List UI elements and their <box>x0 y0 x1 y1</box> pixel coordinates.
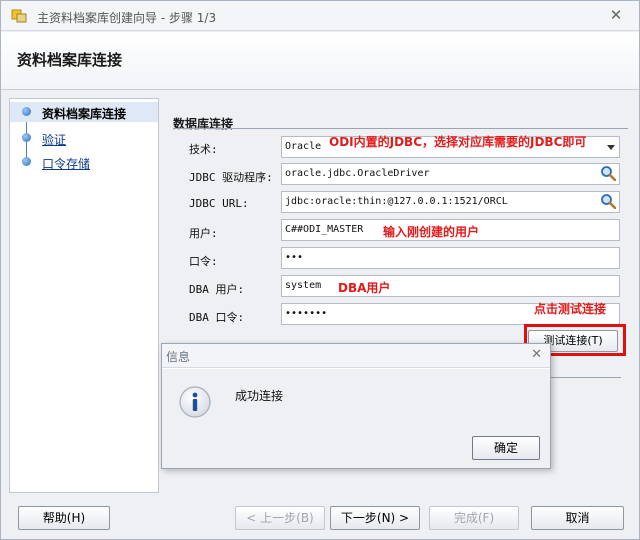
finish-button[interactable]: 完成(F) <box>429 506 519 530</box>
steps-sidebar: 资料档案库连接 验证 口令存储 <box>9 98 159 493</box>
search-icon[interactable] <box>600 165 616 181</box>
password-input[interactable]: ••• <box>281 247 620 269</box>
dba-password-label: DBA 口令: <box>189 311 245 324</box>
content-divider <box>551 377 621 378</box>
info-icon <box>179 386 211 418</box>
dialog-body: 成功连接 确定 <box>162 369 550 468</box>
app-icon <box>11 9 27 23</box>
test-annotation: 点击测试连接 <box>534 302 607 316</box>
technology-value: Oracle <box>285 141 322 152</box>
back-button[interactable]: < 上一步(B) <box>235 506 325 530</box>
jdbc-url-input[interactable]: jdbc:oracle:thin:@127.0.0.1:1521/ORCL <box>281 191 620 213</box>
section-divider <box>173 128 628 129</box>
password-label: 口令: <box>189 255 218 268</box>
jdbc-url-label: JDBC URL: <box>189 197 249 210</box>
help-button[interactable]: 帮助(H) <box>18 506 110 530</box>
step-label: 验证 <box>42 133 67 147</box>
window-title: 主资料档案库创建向导 - 步骤 1/3 <box>37 11 217 25</box>
next-button[interactable]: 下一步(N) > <box>330 506 420 530</box>
step-label: 资料档案库连接 <box>42 107 127 121</box>
step-repository-connection[interactable]: 资料档案库连接 <box>10 102 158 122</box>
technology-label: 技术: <box>189 143 218 156</box>
jdbc-annotation: ODI内置的JDBC，选择对应库需要的JDBC即可 <box>329 135 587 149</box>
close-icon[interactable]: ✕ <box>531 347 542 362</box>
chevron-down-icon <box>607 145 615 150</box>
user-annotation: 输入刚创建的用户 <box>383 225 480 239</box>
jdbc-driver-input[interactable]: oracle.jdbc.OracleDriver <box>281 163 620 185</box>
user-label: 用户: <box>189 227 218 240</box>
ok-button[interactable]: 确定 <box>472 436 540 460</box>
step-label: 口令存储 <box>42 157 91 171</box>
dialog-title: 信息 <box>166 350 191 364</box>
window-close-icon[interactable]: ✕ <box>607 6 625 24</box>
wizard-header: 资料档案库连接 <box>1 32 639 90</box>
step-bullet-icon <box>22 107 31 116</box>
dialog-message: 成功连接 <box>235 389 284 403</box>
step-verify[interactable]: 验证 <box>10 128 158 148</box>
wizard-window: 主资料档案库创建向导 - 步骤 1/3 ✕ 资料档案库连接 资料档案库连接 验证… <box>0 0 640 540</box>
section-title: 数据库连接 <box>173 117 234 131</box>
search-icon[interactable] <box>600 193 616 209</box>
dialog-title-bar: 信息 ✕ <box>162 344 550 368</box>
title-bar: 主资料档案库创建向导 - 步骤 1/3 ✕ <box>1 1 639 31</box>
dba-user-input[interactable]: system <box>281 275 620 297</box>
info-dialog: 信息 ✕ 成功连接 确定 <box>161 343 551 469</box>
step-password-storage[interactable]: 口令存储 <box>10 152 158 172</box>
dba-annotation: DBA用户 <box>338 281 391 295</box>
jdbc-driver-label: JDBC 驱动程序: <box>189 171 273 184</box>
step-bullet-icon <box>22 133 31 142</box>
dba-user-label: DBA 用户: <box>189 283 245 296</box>
cancel-button[interactable]: 取消 <box>531 506 624 530</box>
step-bullet-icon <box>22 157 31 166</box>
page-title: 资料档案库连接 <box>17 51 123 69</box>
